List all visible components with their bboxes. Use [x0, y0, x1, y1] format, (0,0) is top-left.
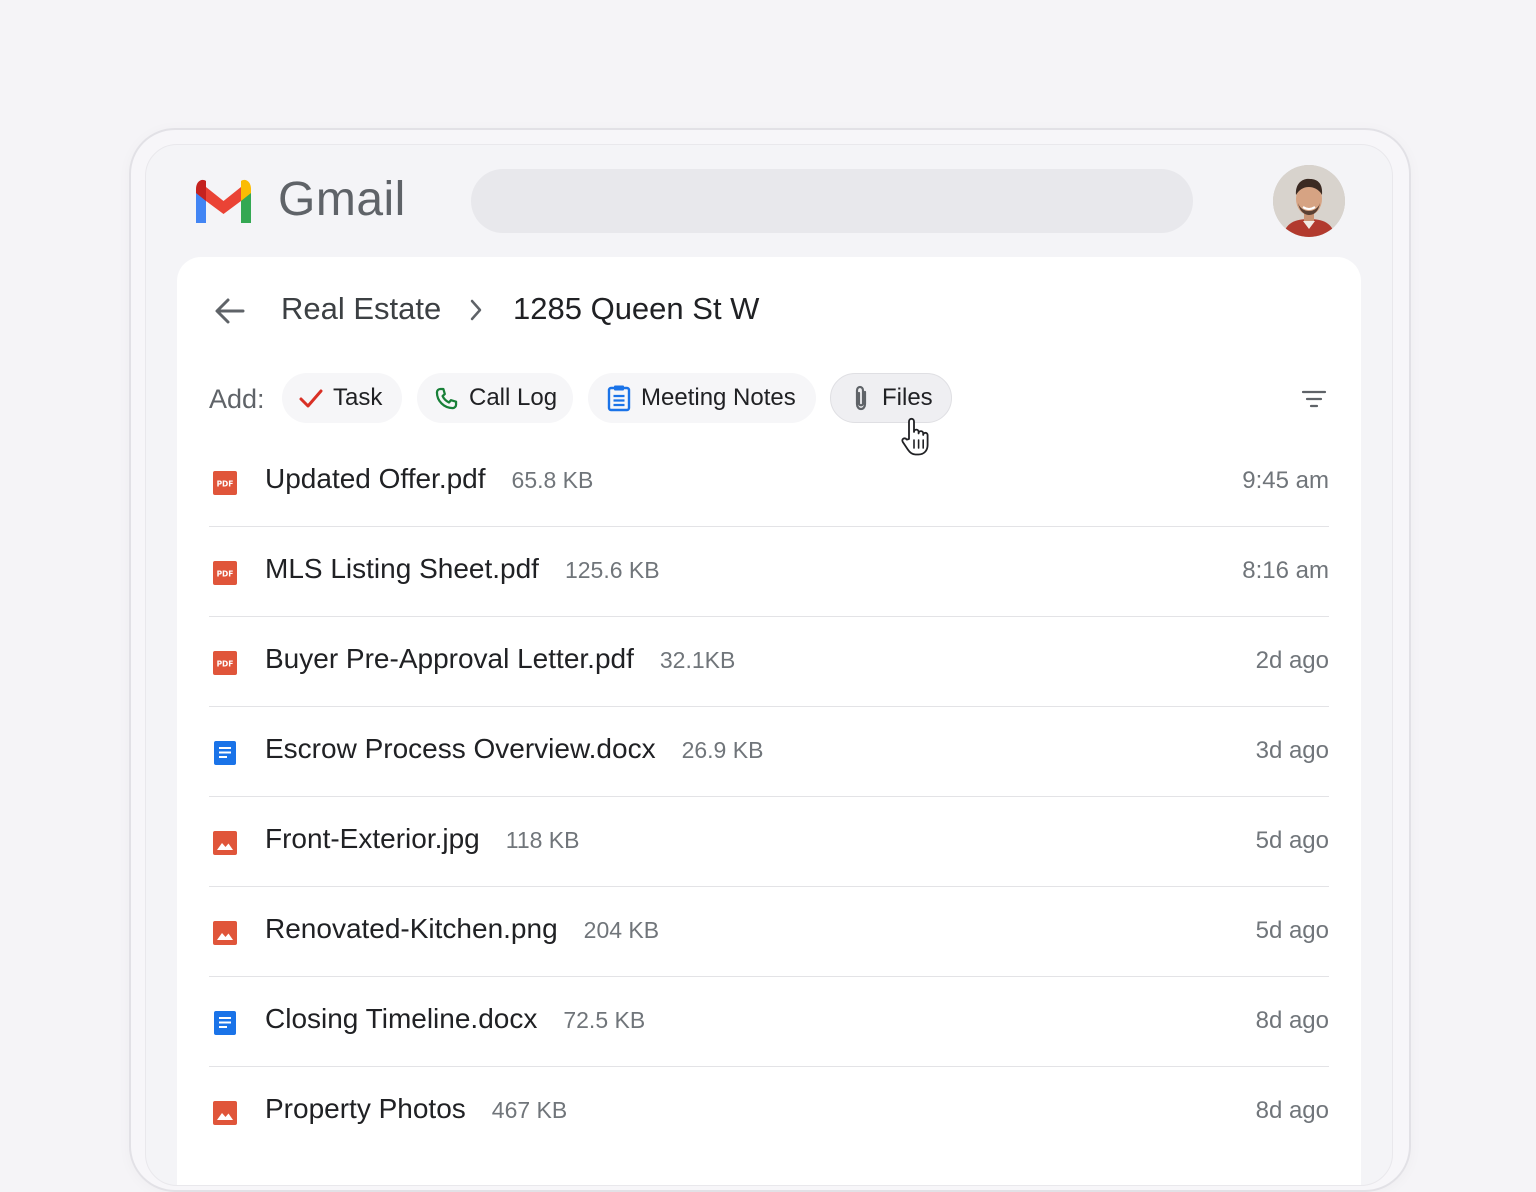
file-name-text: Property Photos	[265, 1093, 466, 1124]
pdf-file-icon: PDF	[213, 561, 237, 585]
file-name-text: Buyer Pre-Approval Letter.pdf	[265, 643, 634, 674]
phone-icon	[435, 387, 458, 409]
file-row[interactable]: Escrow Process Overview.docx 26.9 KB 3d ag…	[209, 707, 1329, 797]
chevron-right-icon	[470, 299, 482, 321]
file-size: 26.9 KB	[681, 737, 764, 763]
add-files-chip[interactable]: Files	[830, 373, 952, 423]
image-file-icon	[213, 831, 237, 855]
file-name: Closing Timeline.docx 72.5 KB	[265, 1003, 645, 1035]
gmail-window: Gmail Real Estate 1285 Queen St W Add: T…	[145, 144, 1393, 1186]
file-size: 125.6 KB	[564, 557, 660, 583]
file-name: Property Photos 467 KB	[265, 1093, 567, 1125]
file-name: Updated Offer.pdf 65.8 KB	[265, 463, 593, 495]
file-name-text: Closing Timeline.docx	[265, 1003, 538, 1034]
breadcrumb-parent[interactable]: Real Estate	[281, 291, 441, 327]
file-time: 5d ago	[1255, 917, 1329, 944]
svg-text:PDF: PDF	[217, 660, 234, 669]
file-name: Buyer Pre-Approval Letter.pdf 32.1KB	[265, 643, 735, 675]
file-row[interactable]: Property Photos 467 KB 8d ago	[209, 1067, 1329, 1156]
breadcrumb-current: 1285 Queen St W	[513, 291, 760, 326]
pdf-file-icon: PDF	[213, 651, 237, 675]
doc-file-icon	[214, 1011, 236, 1035]
file-row[interactable]: PDF MLS Listing Sheet.pdf 125.6 KB 8:16 am	[209, 527, 1329, 617]
add-call-log-chip[interactable]: Call Log	[417, 373, 573, 423]
file-size: 32.1KB	[659, 647, 736, 673]
file-time: 8:16 am	[1242, 557, 1329, 584]
svg-text:PDF: PDF	[217, 480, 234, 489]
file-row[interactable]: Closing Timeline.docx 72.5 KB 8d ago	[209, 977, 1329, 1067]
add-task-chip[interactable]: Task	[282, 373, 402, 423]
file-size: 65.8 KB	[511, 467, 594, 493]
back-arrow-icon[interactable]	[213, 294, 247, 328]
file-time: 2d ago	[1255, 647, 1329, 674]
file-size: 204 KB	[583, 917, 660, 943]
file-name: MLS Listing Sheet.pdf 125.6 KB	[265, 553, 660, 585]
file-row[interactable]: Renovated-Kitchen.png 204 KB 5d ago	[209, 887, 1329, 977]
file-name: Front-Exterior.jpg 118 KB	[265, 823, 580, 855]
clipboard-icon	[607, 385, 631, 412]
file-row[interactable]: PDF Buyer Pre-Approval Letter.pdf 32.1KB 2d…	[209, 617, 1329, 707]
file-name-text: Renovated-Kitchen.png	[265, 913, 558, 944]
file-size: 467 KB	[491, 1097, 568, 1123]
file-name-text: Front-Exterior.jpg	[265, 823, 480, 854]
chip-label: Files	[882, 384, 933, 411]
search-bar[interactable]	[471, 169, 1193, 233]
file-size: 118 KB	[505, 827, 580, 853]
paperclip-icon	[855, 385, 867, 411]
file-time: 8d ago	[1255, 1007, 1329, 1034]
svg-text:PDF: PDF	[217, 570, 234, 579]
chip-label: Meeting Notes	[641, 384, 796, 411]
file-time: 3d ago	[1255, 737, 1329, 764]
check-icon	[299, 389, 323, 408]
file-name-text: Updated Offer.pdf	[265, 463, 486, 494]
file-row[interactable]: Front-Exterior.jpg 118 KB 5d ago	[209, 797, 1329, 887]
gmail-logo-icon	[196, 179, 251, 223]
user-photo-icon	[1273, 165, 1345, 237]
doc-file-icon	[214, 741, 236, 765]
add-meeting-notes-chip[interactable]: Meeting Notes	[588, 373, 816, 423]
file-size: 72.5 KB	[563, 1007, 646, 1033]
file-row[interactable]: PDF Updated Offer.pdf 65.8 KB 9:45 am	[209, 437, 1329, 527]
filter-icon[interactable]	[1301, 388, 1327, 410]
file-name: Renovated-Kitchen.png 204 KB	[265, 913, 659, 945]
file-time: 9:45 am	[1242, 467, 1329, 494]
file-list: PDF Updated Offer.pdf 65.8 KB 9:45 am PDF MLS…	[209, 437, 1329, 1156]
chip-label: Task	[333, 384, 383, 411]
image-file-icon	[213, 921, 237, 945]
add-label: Add:	[209, 384, 265, 414]
file-name-text: MLS Listing Sheet.pdf	[265, 553, 539, 584]
file-time: 5d ago	[1255, 827, 1329, 854]
chip-label: Call Log	[469, 384, 558, 411]
file-name: Escrow Process Overview.docx 26.9 KB	[265, 733, 763, 765]
file-name-text: Escrow Process Overview.docx	[265, 733, 656, 764]
app-title: Gmail	[278, 173, 406, 226]
file-time: 8d ago	[1255, 1097, 1329, 1124]
content-panel: Real Estate 1285 Queen St W Add: Task Ca…	[177, 257, 1361, 1185]
image-file-icon	[213, 1101, 237, 1125]
pdf-file-icon: PDF	[213, 471, 237, 495]
avatar[interactable]	[1273, 165, 1345, 237]
